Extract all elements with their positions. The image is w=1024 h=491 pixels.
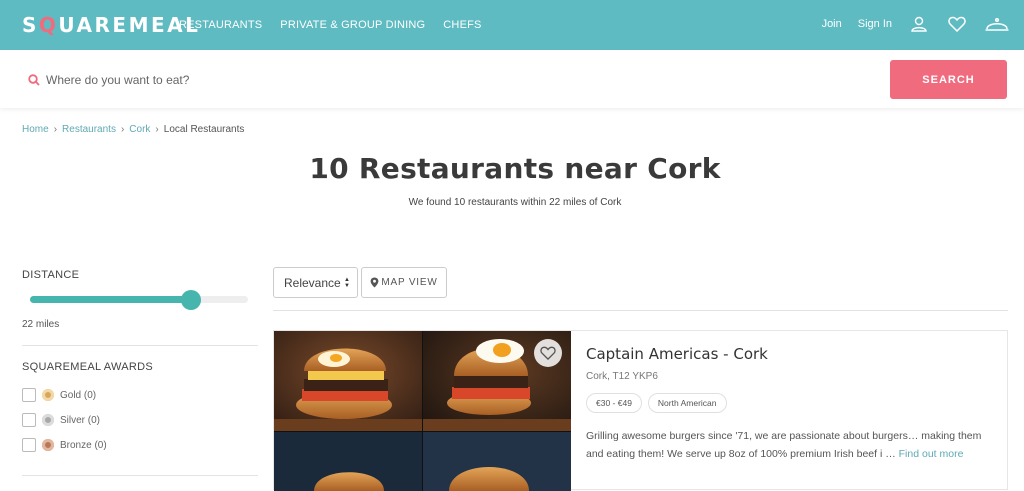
top-nav: SQUAREMEAL RESTAURANTS PRIVATE & GROUP D…: [0, 0, 1024, 50]
map-view-button[interactable]: MAP VIEW: [361, 267, 447, 298]
search-input[interactable]: [46, 68, 646, 92]
chevron-right-icon: ›: [120, 124, 125, 135]
bronze-award-icon: [42, 439, 54, 451]
results-summary: We found 10 restaurants within 22 miles …: [408, 197, 622, 208]
restaurant-card[interactable]: Captain Americas - Cork Cork, T12 YKP6 €…: [273, 330, 1008, 491]
bronze-checkbox[interactable]: [22, 438, 36, 452]
map-pin-icon: [370, 277, 379, 288]
squaremeal-logo[interactable]: SQUAREMEAL: [22, 13, 200, 37]
cloche-icon[interactable]: [984, 13, 1010, 35]
filter-divider: [22, 475, 258, 476]
sort-caret-icon: ▲ ▼: [344, 277, 350, 289]
heart-icon[interactable]: [946, 13, 968, 35]
sort-dropdown[interactable]: Relevance ▲ ▼: [273, 267, 358, 298]
price-tag: €30 - €49: [586, 393, 642, 413]
cuisine-tag: North American: [647, 393, 727, 413]
find-out-more-link[interactable]: Find out more: [899, 448, 964, 460]
distance-heading: DISTANCE: [22, 269, 80, 281]
silver-checkbox[interactable]: [22, 413, 36, 427]
join-link[interactable]: Join: [822, 18, 842, 30]
search-icon: [28, 73, 40, 91]
filter-divider: [22, 345, 258, 346]
user-icon[interactable]: [908, 13, 930, 35]
gold-award-icon: [42, 389, 54, 401]
distance-slider-fill: [30, 296, 192, 303]
distance-slider-handle[interactable]: [181, 290, 202, 310]
breadcrumb-cork[interactable]: Cork: [129, 124, 150, 135]
restaurant-image[interactable]: [274, 331, 571, 491]
main-nav-links: RESTAURANTS PRIVATE & GROUP DINING CHEFS: [179, 19, 482, 31]
restaurant-location: Cork, T12 YKP6: [586, 371, 658, 382]
breadcrumb: Home › Restaurants › Cork › Local Restau…: [22, 124, 244, 135]
map-view-label: MAP VIEW: [381, 277, 438, 288]
nav-account: Join Sign In: [822, 13, 1010, 35]
nav-link-restaurants[interactable]: RESTAURANTS: [179, 19, 262, 31]
restaurant-description: Grilling awesome burgers since '71, we a…: [586, 427, 996, 463]
chevron-right-icon: ›: [155, 124, 159, 135]
search-button[interactable]: SEARCH: [890, 60, 1007, 99]
nav-link-chefs[interactable]: CHEFS: [443, 19, 481, 31]
page-title: 10 Restaurants near Cork: [309, 152, 721, 185]
restaurant-tags: €30 - €49 North American: [586, 393, 727, 413]
award-label: Gold (0): [60, 389, 97, 401]
search-bar: SEARCH: [0, 50, 1024, 108]
breadcrumb-home[interactable]: Home: [22, 124, 49, 135]
nav-link-private-dining[interactable]: PRIVATE & GROUP DINING: [280, 19, 425, 31]
awards-heading: SQUAREMEAL AWARDS: [22, 361, 154, 373]
silver-award-icon: [42, 414, 54, 426]
gold-checkbox[interactable]: [22, 388, 36, 402]
favourite-button[interactable]: [534, 339, 562, 367]
heart-icon: [540, 346, 556, 360]
restaurant-name[interactable]: Captain Americas - Cork: [586, 345, 768, 363]
breadcrumb-restaurants[interactable]: Restaurants: [62, 124, 116, 135]
chevron-right-icon: ›: [53, 124, 58, 135]
award-label: Silver (0): [60, 414, 101, 426]
award-filter-gold[interactable]: Gold (0): [22, 388, 96, 402]
distance-value: 22 miles: [22, 319, 60, 330]
award-label: Bronze (0): [60, 439, 107, 451]
award-filter-bronze[interactable]: Bronze (0): [22, 438, 107, 452]
sign-in-link[interactable]: Sign In: [858, 18, 892, 30]
award-filter-silver[interactable]: Silver (0): [22, 413, 100, 427]
breadcrumb-current: Local Restaurants: [163, 124, 245, 135]
sort-value: Relevance: [284, 275, 341, 290]
toolbar-divider: [273, 310, 1008, 311]
